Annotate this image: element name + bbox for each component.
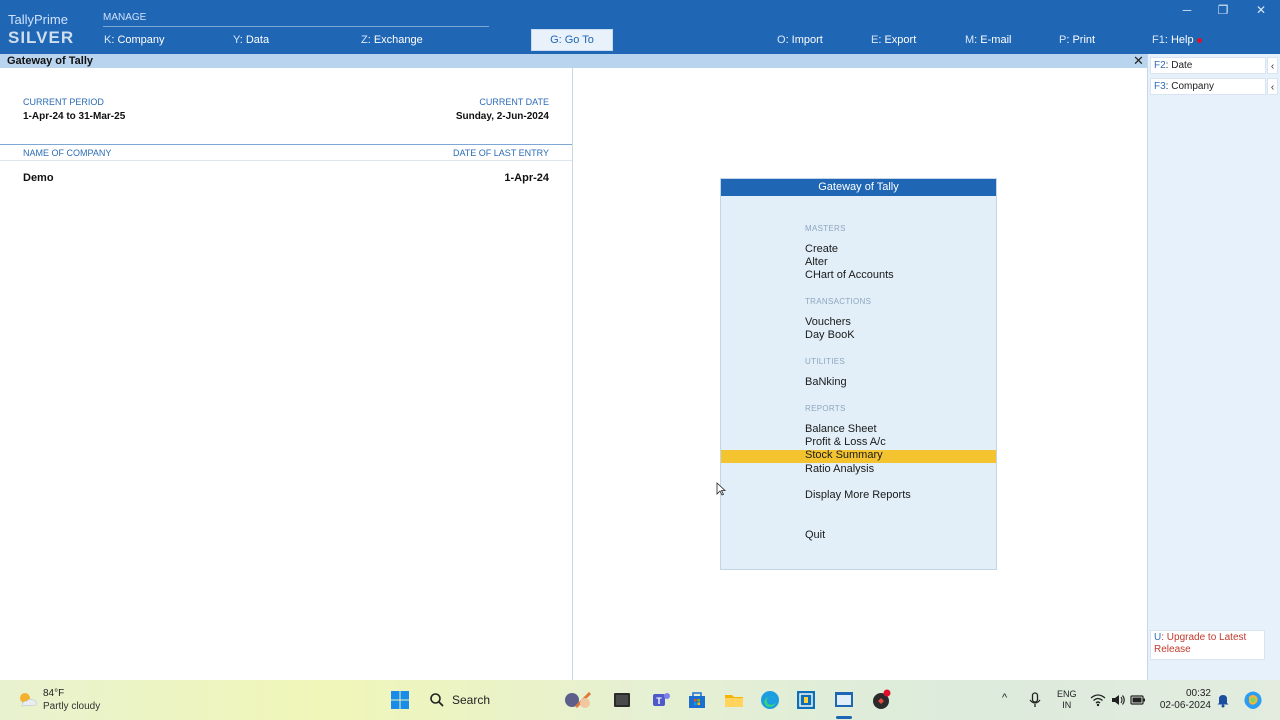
current-date-label: CURRENT DATE <box>479 97 549 107</box>
menu-email[interactable]: M: E-mail <box>965 34 1011 46</box>
menu-chart-of-accounts[interactable]: CHart of Accounts <box>805 269 894 281</box>
section-reports: REPORTS <box>805 404 846 413</box>
menu-profit-loss[interactable]: Profit & Loss A/c <box>805 436 886 448</box>
menu-balance-sheet[interactable]: Balance Sheet <box>805 423 877 435</box>
gateway-menu-title: Gateway of Tally <box>721 179 996 196</box>
section-utilities: UTILITIES <box>805 357 846 366</box>
screen-title-bar: Gateway of Tally <box>0 54 1147 68</box>
section-masters: MASTERS <box>805 224 846 233</box>
mouse-cursor-icon <box>716 482 726 496</box>
windows-taskbar: 84°F Partly cloudy Search T ^ ENG IN 00:… <box>0 680 1280 720</box>
taskbar-search[interactable]: Search <box>424 687 604 713</box>
battery-icon[interactable] <box>1130 692 1146 708</box>
menu-print[interactable]: P: Print <box>1059 34 1095 46</box>
company-info-panel: CURRENT PERIOD 1-Apr-24 to 31-Mar-25 CUR… <box>0 68 573 680</box>
menu-import[interactable]: O: Import <box>777 34 823 46</box>
manage-label: MANAGE <box>103 12 147 23</box>
language-indicator[interactable]: ENG IN <box>1057 689 1077 711</box>
menu-create[interactable]: Create <box>805 243 838 255</box>
upgrade-button[interactable]: U: Upgrade to Latest Release <box>1150 630 1265 660</box>
menu-quit[interactable]: Quit <box>805 529 825 541</box>
search-highlight-icon <box>565 691 592 709</box>
menu-stock-summary[interactable]: Stock Summary <box>805 449 883 461</box>
system-clock[interactable]: 00:32 02-06-2024 <box>1155 688 1211 712</box>
current-date-value: Sunday, 2-Jun-2024 <box>455 111 549 122</box>
current-period-label: CURRENT PERIOD <box>23 97 104 107</box>
menu-exchange[interactable]: Z: Exchange <box>361 34 423 46</box>
chevron-left-icon[interactable]: ‹ <box>1267 57 1278 74</box>
divider <box>0 144 572 145</box>
help-notification-dot <box>1196 37 1202 43</box>
clock-date: 02-06-2024 <box>1159 700 1211 711</box>
top-menu-bar: TallyPrime SILVER MANAGE K: Company Y: D… <box>0 0 1280 54</box>
current-period-value: 1-Apr-24 to 31-Mar-25 <box>23 111 126 122</box>
teams-icon[interactable]: T <box>650 689 672 711</box>
speaker-icon[interactable] <box>1110 692 1126 708</box>
button-bar <box>1147 54 1280 680</box>
store-icon[interactable] <box>686 689 708 711</box>
manage-divider <box>103 26 489 27</box>
copilot-icon[interactable] <box>1242 689 1264 711</box>
gateway-menu: Gateway of Tally MASTERS Create Alter CH… <box>720 178 997 570</box>
microphone-icon[interactable] <box>1026 691 1044 709</box>
menu-vouchers[interactable]: Vouchers <box>805 316 851 328</box>
close-screen-icon[interactable]: ✕ <box>1133 54 1144 68</box>
weather-partly-cloudy-icon[interactable] <box>16 690 38 710</box>
brand-edition: SILVER <box>8 28 75 47</box>
edge-browser-icon[interactable] <box>759 689 781 711</box>
last-entry-column-header: DATE OF LAST ENTRY <box>452 148 549 158</box>
menu-display-more-reports[interactable]: Display More Reports <box>805 489 911 501</box>
svg-text:T: T <box>656 696 662 706</box>
menu-banking[interactable]: BaNking <box>805 376 847 388</box>
company-column-header: NAME OF COMPANY <box>23 148 112 158</box>
restore-icon[interactable]: ❐ <box>1213 2 1233 18</box>
active-app-indicator <box>836 716 852 719</box>
search-placeholder: Search <box>452 693 491 707</box>
goto-button[interactable]: G: Go To <box>531 29 613 51</box>
menu-company[interactable]: K: Company <box>104 34 165 46</box>
weather-description: Partly cloudy <box>43 701 101 712</box>
company-name[interactable]: Demo <box>23 172 54 184</box>
section-transactions: TRANSACTIONS <box>805 297 872 306</box>
screen-title: Gateway of Tally <box>7 55 93 67</box>
file-explorer-icon[interactable] <box>723 689 745 711</box>
menu-export[interactable]: E: Export <box>871 34 916 46</box>
clock-time: 00:32 <box>1185 688 1211 699</box>
minimize-icon[interactable]: ─ <box>1177 2 1197 18</box>
menu-help[interactable]: F1: Help <box>1152 34 1202 46</box>
brand-name: TallyPrime <box>8 12 68 27</box>
tallyprime-active-icon[interactable] <box>833 689 855 711</box>
company-button[interactable]: F3: Company <box>1150 78 1266 95</box>
menu-day-book[interactable]: Day BooK <box>805 329 855 341</box>
tally-app-icon[interactable] <box>795 689 817 711</box>
close-icon[interactable]: ✕ <box>1251 2 1271 18</box>
company-last-entry: 1-Apr-24 <box>504 172 549 184</box>
menu-data[interactable]: Y: Data <box>233 34 269 46</box>
windows-start-icon[interactable] <box>389 689 411 711</box>
weather-temperature: 84°F <box>43 688 65 699</box>
wifi-icon[interactable] <box>1090 692 1106 708</box>
chevron-up-icon[interactable]: ^ <box>1002 693 1007 704</box>
search-icon <box>430 693 444 707</box>
anydesk-icon[interactable] <box>870 689 892 711</box>
chevron-left-icon[interactable]: ‹ <box>1267 78 1278 95</box>
menu-alter[interactable]: Alter <box>805 256 828 268</box>
divider <box>0 160 572 161</box>
menu-ratio-analysis[interactable]: Ratio Analysis <box>805 463 874 475</box>
task-view-icon[interactable] <box>611 689 633 711</box>
notification-bell-icon[interactable] <box>1216 692 1230 708</box>
date-button[interactable]: F2: Date <box>1150 57 1266 74</box>
